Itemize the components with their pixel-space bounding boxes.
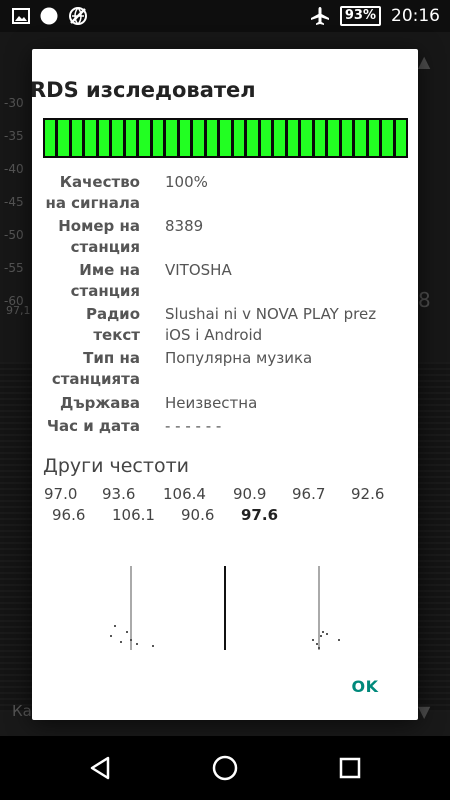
info-label: Номер на станция xyxy=(58,217,140,256)
frequency-item[interactable]: 92.6 xyxy=(351,485,384,503)
signal-segment xyxy=(166,120,177,156)
signal-segment xyxy=(139,120,150,156)
circle-icon xyxy=(40,7,58,25)
clock: 20:16 xyxy=(391,6,440,26)
signal-segment xyxy=(58,120,69,156)
signal-segment xyxy=(314,120,326,156)
navigation-bar xyxy=(0,736,450,800)
info-label: Радио текст xyxy=(85,305,140,344)
signal-segment xyxy=(274,120,285,156)
signal-quality-bar xyxy=(43,118,408,158)
frequency-item[interactable]: 93.6 xyxy=(102,485,135,503)
info-value: Неизвестна xyxy=(165,394,258,412)
info-label: Тип на станцията xyxy=(51,349,140,388)
back-icon[interactable] xyxy=(86,754,114,782)
other-frequencies-title: Други честоти xyxy=(43,455,189,477)
signal-segment xyxy=(71,120,83,156)
info-value: Популярна музика xyxy=(165,349,313,367)
image-icon xyxy=(12,8,30,24)
signal-segment xyxy=(287,120,299,156)
signal-segment xyxy=(301,120,312,156)
info-value: 8389 xyxy=(165,217,204,235)
frequency-item[interactable]: 90.9 xyxy=(233,485,266,503)
signal-segment xyxy=(382,120,393,156)
frequency-item[interactable]: 90.6 xyxy=(181,506,214,524)
frequency-item[interactable]: 96.7 xyxy=(292,485,325,503)
signal-segment xyxy=(193,120,204,156)
home-icon[interactable] xyxy=(211,754,239,782)
frequency-item[interactable]: 97.0 xyxy=(44,485,77,503)
info-value: VITOSHA xyxy=(165,261,232,279)
signal-segment xyxy=(125,120,137,156)
frequency-item[interactable]: 106.1 xyxy=(112,506,155,524)
info-value: - - - - - - xyxy=(165,417,222,435)
current-frequency-item[interactable]: 97.6 xyxy=(241,506,278,524)
signal-segment xyxy=(85,120,96,156)
status-bar: 93% 20:16 xyxy=(0,0,450,32)
info-label: Държава xyxy=(59,394,140,412)
info-label: Качество на сигнала xyxy=(45,173,140,212)
signal-segment xyxy=(328,120,339,156)
spectrum-dots-left xyxy=(110,625,154,647)
info-label: Име на станция xyxy=(70,261,140,300)
spectrum-dots-right xyxy=(312,631,340,649)
signal-segment xyxy=(395,120,407,156)
signal-segment xyxy=(247,120,258,156)
signal-segment xyxy=(152,120,164,156)
battery-indicator: 93% xyxy=(339,6,381,26)
info-value: 100% xyxy=(165,173,208,191)
signal-segment xyxy=(179,120,191,156)
signal-segment xyxy=(233,120,245,156)
signal-segment xyxy=(355,120,366,156)
frequency-spectrum-graph xyxy=(110,566,340,650)
signal-segment xyxy=(260,120,272,156)
ok-button[interactable]: OK xyxy=(340,672,390,702)
signal-segment xyxy=(45,120,56,156)
signal-segment xyxy=(341,120,353,156)
info-value: Slushai ni v NOVA PLAY prez iOS i Androi… xyxy=(165,305,377,344)
airplane-mode-icon xyxy=(310,7,329,25)
signal-segment xyxy=(206,120,218,156)
recents-icon[interactable] xyxy=(336,754,364,782)
signal-segment xyxy=(368,120,380,156)
signal-segment xyxy=(98,120,110,156)
signal-segment xyxy=(220,120,231,156)
frequency-item[interactable]: 96.6 xyxy=(52,506,85,524)
signal-segment xyxy=(112,120,123,156)
frequency-item[interactable]: 106.4 xyxy=(163,485,206,503)
dialog-title: RDS изследовател xyxy=(30,78,256,102)
info-label: Час и дата xyxy=(46,417,140,435)
no-network-icon xyxy=(69,7,87,25)
